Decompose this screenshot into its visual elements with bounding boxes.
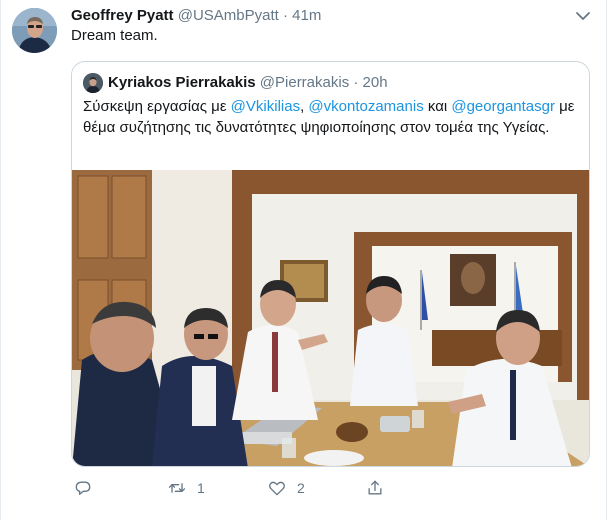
author-handle[interactable]: @USAmbPyatt [178,7,279,24]
divider [606,0,607,520]
chevron-down-icon[interactable] [573,6,593,26]
divider [0,0,1,520]
tweet-header: Geoffrey Pyatt @USAmbPyatt · 41m [71,6,321,26]
quoted-author-handle: @Pierrakakis [259,74,350,91]
quoted-header: Kyriakos Pierrakakis @Pierrakakis · 20h [108,73,388,93]
quoted-avatar [83,73,103,93]
retweet-button[interactable]: 1 [167,476,205,500]
like-button[interactable]: 2 [267,476,305,500]
share-button[interactable] [365,476,385,500]
heart-icon [269,481,285,496]
meeting-photo[interactable] [72,170,589,466]
like-count: 2 [297,480,305,496]
text-segment: και [423,98,452,115]
share-icon [368,480,382,495]
avatar[interactable] [12,8,57,53]
author-name[interactable]: Geoffrey Pyatt [71,7,174,24]
mention-link[interactable]: @vkontozamanis [308,98,423,115]
retweet-count: 1 [197,480,205,496]
separator: · [282,7,288,24]
mention-link[interactable]: @georgantasgr [451,98,555,115]
quoted-text: Σύσκεψη εργασίας με @Vkikilias, @vkontoz… [83,96,583,138]
mention-link[interactable]: @Vkikilias [231,98,300,115]
separator: · [353,74,359,91]
reply-button[interactable] [73,476,93,500]
text-segment: Σύσκεψη εργασίας με [83,98,231,115]
quoted-time: 20h [362,74,388,91]
tweet-time[interactable]: 41m [292,7,321,24]
quoted-tweet[interactable]: Kyriakos Pierrakakis @Pierrakakis · 20h … [71,61,590,467]
tweet-actions: 1 2 [71,476,411,500]
reply-icon [75,481,91,495]
tweet-text: Dream team. [71,27,158,44]
retweet-icon [168,483,186,493]
quoted-author-name: Kyriakos Pierrakakis [108,74,256,91]
tweet-card[interactable]: Geoffrey Pyatt @USAmbPyatt · 41m Dream t… [0,0,609,520]
